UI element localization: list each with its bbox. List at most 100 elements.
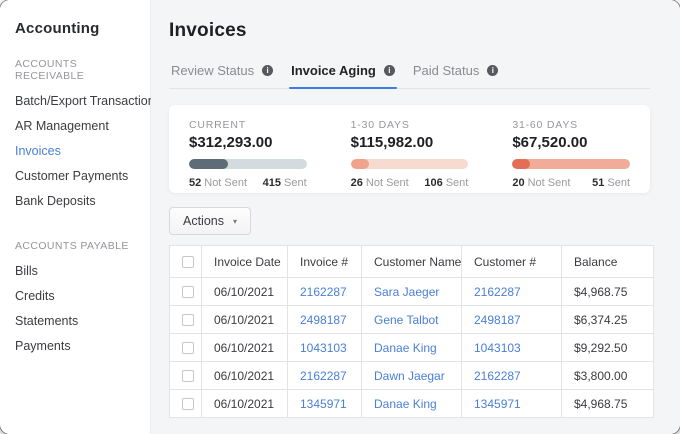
aging-bucket-stats: 20Not Sent 51Sent [512,177,630,189]
info-icon[interactable]: i [384,65,395,76]
aging-bucket-1-30-days: 1-30 DAYS $115,982.00 26Not Sent 106Sent [351,119,469,193]
aging-summary-card: CURRENT $312,293.00 52Not Sent 415Sent 1… [169,105,650,193]
invoice-date-cell: 06/10/2021 [202,278,288,306]
invoice-date-cell: 06/10/2021 [202,390,288,418]
customer-name-link[interactable]: Danae King [374,397,437,411]
sidebar-item-ar-management[interactable]: AR Management [15,114,140,139]
tab-label: Invoice Aging [291,63,376,78]
aging-progress-fill [189,159,228,169]
column-header-invoice-number: Invoice # [288,246,362,278]
sent-stat: 106Sent [424,177,468,189]
sidebar-item-bills[interactable]: Bills [15,259,140,284]
aging-bucket-current: CURRENT $312,293.00 52Not Sent 415Sent [189,119,307,193]
sidebar-title: Accounting [15,20,140,37]
sidebar-item-customer-payments[interactable]: Customer Payments [15,164,140,189]
customer-name-link[interactable]: Gene Talbot [374,313,439,327]
sidebar-section-label: ACCOUNTS PAYABLE [15,240,140,252]
invoice-date-cell: 06/10/2021 [202,334,288,362]
invoice-number-link[interactable]: 1345971 [300,397,347,411]
aging-bucket-label: 31-60 DAYS [512,119,630,131]
sidebar-section-accounts-payable: ACCOUNTS PAYABLE Bills Credits Statement… [15,240,140,359]
row-checkbox[interactable] [182,370,194,382]
invoice-number-link[interactable]: 2162287 [300,285,347,299]
aging-progress-bar [351,159,469,169]
row-select-cell [170,278,202,306]
sidebar: Accounting ACCOUNTS RECEIVABLE Batch/Exp… [0,0,151,434]
sent-stat: 415Sent [263,177,307,189]
sidebar-item-invoices[interactable]: Invoices [15,139,140,164]
customer-number-link[interactable]: 1345971 [474,397,521,411]
not-sent-stat: 20Not Sent [512,177,570,189]
customer-number-link[interactable]: 1043103 [474,341,521,355]
invoice-date-cell: 06/10/2021 [202,306,288,334]
column-header-customer-name: Customer Name [362,246,462,278]
tab-bar: Review Status i Invoice Aging i Paid Sta… [169,63,650,89]
sidebar-section-accounts-receivable: ACCOUNTS RECEIVABLE Batch/Export Transac… [15,58,140,214]
info-icon[interactable]: i [487,65,498,76]
invoice-number-link[interactable]: 1043103 [300,341,347,355]
customer-number-link[interactable]: 2162287 [474,285,521,299]
tab-paid-status[interactable]: Paid Status i [411,63,501,88]
actions-button-label: Actions [183,214,224,228]
actions-dropdown-button[interactable]: Actions ▾ [169,207,251,235]
table-row: 06/10/2021 1043103 Danae King 1043103 $9… [170,334,654,362]
customer-number-link[interactable]: 2162287 [474,369,521,383]
row-select-cell [170,362,202,390]
table-row: 06/10/2021 2162287 Dawn Jaegar 2162287 $… [170,362,654,390]
app-window: Accounting ACCOUNTS RECEIVABLE Batch/Exp… [0,0,680,434]
customer-number-link[interactable]: 2498187 [474,313,521,327]
select-all-checkbox[interactable] [182,256,194,268]
aging-bucket-31-60-days: 31-60 DAYS $67,520.00 20Not Sent 51Sent [512,119,630,193]
balance-cell: $4,968.75 [562,390,654,418]
tab-label: Paid Status [413,63,480,78]
row-checkbox[interactable] [182,314,194,326]
invoice-table: Invoice Date Invoice # Customer Name Cus… [169,245,654,418]
aging-bucket-amount: $67,520.00 [512,134,630,151]
aging-progress-bar [512,159,630,169]
aging-bucket-label: CURRENT [189,119,307,131]
invoice-date-cell: 06/10/2021 [202,362,288,390]
balance-cell: $9,292.50 [562,334,654,362]
tab-invoice-aging[interactable]: Invoice Aging i [289,63,397,88]
row-checkbox[interactable] [182,398,194,410]
balance-cell: $6,374.25 [562,306,654,334]
balance-cell: $3,800.00 [562,362,654,390]
invoice-number-link[interactable]: 2162287 [300,369,347,383]
aging-bucket-label: 1-30 DAYS [351,119,469,131]
aging-bucket-amount: $312,293.00 [189,134,307,151]
sidebar-item-batch-export-transactions[interactable]: Batch/Export Transactions [15,89,140,114]
aging-bucket-stats: 52Not Sent 415Sent [189,177,307,189]
sidebar-item-payments[interactable]: Payments [15,334,140,359]
table-row: 06/10/2021 2162287 Sara Jaeger 2162287 $… [170,278,654,306]
sidebar-item-bank-deposits[interactable]: Bank Deposits [15,189,140,214]
sidebar-section-label: ACCOUNTS RECEIVABLE [15,58,140,82]
main-content: Invoices Review Status i Invoice Aging i… [151,0,680,434]
not-sent-stat: 52Not Sent [189,177,247,189]
chevron-down-icon: ▾ [233,217,237,226]
aging-progress-fill [512,159,530,169]
table-row: 06/10/2021 2498187 Gene Talbot 2498187 $… [170,306,654,334]
info-icon[interactable]: i [262,65,273,76]
aging-progress-fill [351,159,370,169]
tab-review-status[interactable]: Review Status i [169,63,275,88]
table-row: 06/10/2021 1345971 Danae King 1345971 $4… [170,390,654,418]
customer-name-link[interactable]: Dawn Jaegar [374,369,445,383]
row-select-cell [170,306,202,334]
column-header-balance: Balance [562,246,654,278]
table-header-row: Invoice Date Invoice # Customer Name Cus… [170,246,654,278]
customer-name-link[interactable]: Sara Jaeger [374,285,439,299]
invoice-table-body: 06/10/2021 2162287 Sara Jaeger 2162287 $… [170,278,654,418]
customer-name-link[interactable]: Danae King [374,341,437,355]
column-header-customer-number: Customer # [462,246,562,278]
aging-progress-bar [189,159,307,169]
row-checkbox[interactable] [182,286,194,298]
aging-bucket-amount: $115,982.00 [351,134,469,151]
aging-bucket-stats: 26Not Sent 106Sent [351,177,469,189]
invoice-number-link[interactable]: 2498187 [300,313,347,327]
row-checkbox[interactable] [182,342,194,354]
sidebar-item-statements[interactable]: Statements [15,309,140,334]
not-sent-stat: 26Not Sent [351,177,409,189]
column-header-invoice-date: Invoice Date [202,246,288,278]
tab-label: Review Status [171,63,254,78]
sidebar-item-credits[interactable]: Credits [15,284,140,309]
